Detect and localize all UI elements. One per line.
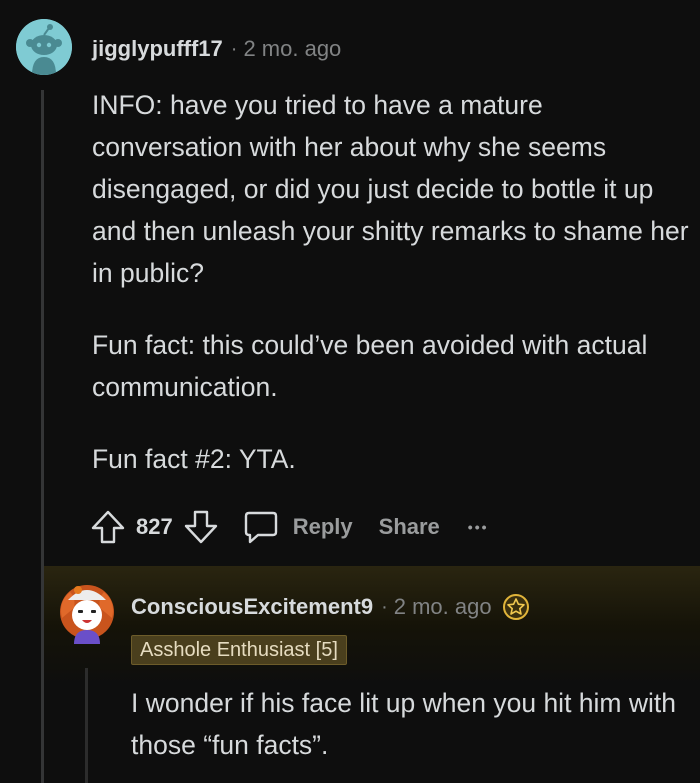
comment-paragraph: INFO: have you tried to have a mature co… [92, 90, 689, 288]
meta-separator: · [230, 37, 238, 60]
reply-label: Reply [292, 514, 353, 539]
comment-timestamp[interactable]: 2 mo. ago [394, 594, 492, 620]
cartoon-avatar-icon [60, 585, 114, 644]
more-options-button[interactable]: ••• [468, 519, 489, 535]
comment-actions: 827 Reply Share ••• [88, 505, 489, 549]
comment-body: I wonder if his face lit up when you hit… [131, 682, 691, 766]
thread-line[interactable] [85, 668, 88, 783]
vote-count: 827 [136, 514, 173, 539]
comment-bubble-icon [244, 511, 277, 544]
user-avatar[interactable] [16, 19, 72, 75]
reply-comment: ConsciousExcitement9 · 2 mo. ago Asshole… [44, 566, 700, 783]
downvote-button[interactable] [181, 507, 221, 547]
award-icon[interactable] [502, 593, 530, 621]
username-link[interactable]: jigglypufff17 [92, 36, 223, 62]
comment-body: INFO: have you tried to have a mature co… [92, 84, 692, 480]
comment-paragraph: Fun fact #2: YTA. [92, 444, 296, 474]
snoo-avatar-icon [16, 19, 72, 75]
meta-separator: · [381, 595, 388, 618]
upvote-arrow-icon [91, 510, 125, 544]
comment-paragraph: Fun fact: this could’ve been avoided wit… [92, 330, 648, 402]
comment-meta: ConsciousExcitement9 · 2 mo. ago [131, 591, 530, 623]
comment-meta: jigglypufff17 · 2 mo. ago [92, 34, 341, 64]
downvote-arrow-icon [184, 510, 217, 544]
reply-button[interactable]: Reply [241, 507, 353, 547]
upvote-button[interactable] [88, 507, 128, 547]
comment-timestamp[interactable]: 2 mo. ago [243, 36, 341, 62]
username-link[interactable]: ConsciousExcitement9 [131, 594, 373, 620]
share-button[interactable]: Share [379, 514, 440, 540]
user-avatar[interactable] [54, 578, 120, 644]
user-flair: Asshole Enthusiast [5] [131, 635, 347, 665]
comment-paragraph: I wonder if his face lit up when you hit… [131, 688, 676, 760]
